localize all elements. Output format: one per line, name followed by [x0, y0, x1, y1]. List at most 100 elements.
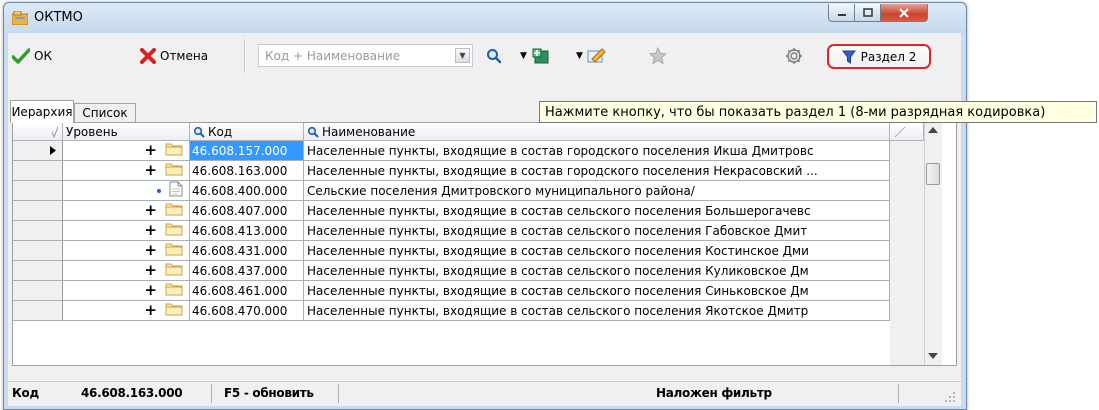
- status-bar: Код 46.608.163.000 F5 - обновить Наложен…: [8, 381, 961, 406]
- scrollbar-thumb[interactable]: [926, 163, 940, 185]
- combo-dropdown-button[interactable]: ▼: [455, 48, 470, 63]
- name-cell[interactable]: Населенные пункты, входящие в состав гор…: [304, 141, 890, 161]
- table-row[interactable]: +46.608.470.000 Населенные пункты, входящ…: [13, 301, 890, 321]
- level-cell[interactable]: +: [63, 221, 190, 241]
- folder-icon: [165, 162, 183, 179]
- folder-icon: [165, 242, 183, 259]
- search-icon: [193, 126, 205, 138]
- level-cell[interactable]: +: [63, 261, 190, 281]
- favorites-button[interactable]: [649, 45, 667, 67]
- level-cell[interactable]: [63, 181, 190, 201]
- tab-list[interactable]: Список: [74, 103, 136, 122]
- close-icon: [899, 7, 909, 18]
- search-icon: [487, 49, 502, 64]
- row-indicator[interactable]: [13, 181, 63, 201]
- code-cell[interactable]: 46.608.470.000: [190, 301, 304, 321]
- table-row[interactable]: +46.608.163.000 Населенные пункты, входящ…: [13, 161, 890, 181]
- search-input[interactable]: [259, 45, 461, 66]
- search-button[interactable]: [486, 45, 502, 67]
- vertical-scrollbar[interactable]: [924, 123, 942, 365]
- name-cell[interactable]: Населенные пункты, входящие в состав сел…: [304, 281, 890, 301]
- table-row[interactable]: +46.608.431.000 Населенные пункты, входящ…: [13, 241, 890, 261]
- level-cell[interactable]: +: [63, 301, 190, 321]
- leaf-bullet-icon: [157, 188, 161, 193]
- data-grid[interactable]: Уровень Код Наименование +46.608.157.000…: [12, 122, 957, 366]
- column-header-name[interactable]: Наименование: [304, 123, 890, 141]
- row-indicator[interactable]: [13, 161, 63, 181]
- expand-icon[interactable]: +: [144, 143, 157, 158]
- code-cell[interactable]: 46.608.413.000: [190, 221, 304, 241]
- tab-hierarchy[interactable]: Иерархия: [10, 100, 74, 123]
- settings-button[interactable]: [784, 45, 804, 67]
- scroll-down-icon[interactable]: [928, 353, 938, 359]
- code-cell[interactable]: 46.608.437.000: [190, 261, 304, 281]
- folder-icon: [165, 142, 183, 159]
- column-header-code-label: Код: [208, 124, 233, 139]
- expand-icon[interactable]: +: [144, 223, 157, 238]
- table-row[interactable]: +46.608.437.000 Населенные пункты, входящ…: [13, 261, 890, 281]
- level-cell[interactable]: +: [63, 281, 190, 301]
- resize-grip-icon[interactable]: [943, 390, 957, 404]
- maximize-button[interactable]: [855, 4, 881, 22]
- column-edge-icon: [894, 126, 906, 137]
- razdel-label: Раздел 2: [860, 49, 917, 64]
- expand-icon[interactable]: +: [144, 163, 157, 178]
- column-header-level[interactable]: Уровень: [63, 123, 190, 141]
- name-cell[interactable]: Населенные пункты, входящие в состав сел…: [304, 261, 890, 281]
- folder-icon: [165, 222, 183, 239]
- expand-icon[interactable]: +: [144, 243, 157, 258]
- expand-icon[interactable]: +: [144, 303, 157, 318]
- table-row[interactable]: +46.608.461.000 Населенные пункты, входящ…: [13, 281, 890, 301]
- title-bar[interactable]: ОКТМО: [4, 3, 966, 33]
- expand-icon[interactable]: +: [144, 263, 157, 278]
- search-combobox[interactable]: ▼: [258, 44, 473, 67]
- name-cell[interactable]: Населенные пункты, входящие в состав сел…: [304, 301, 890, 321]
- row-indicator[interactable]: [13, 261, 63, 281]
- table-row[interactable]: +46.608.413.000 Населенные пункты, входящ…: [13, 221, 890, 241]
- minimize-button[interactable]: [828, 4, 855, 22]
- row-indicator[interactable]: [13, 281, 63, 301]
- name-cell[interactable]: Сельские поселения Дмитровского муниципа…: [304, 181, 890, 201]
- status-code-label: Код: [12, 386, 39, 400]
- row-indicator[interactable]: [13, 201, 63, 221]
- close-button[interactable]: [881, 4, 928, 22]
- level-cell[interactable]: +: [63, 141, 190, 161]
- folder-icon: [165, 282, 183, 299]
- scroll-up-icon[interactable]: [928, 127, 938, 133]
- search-icon: [307, 126, 319, 138]
- level-cell[interactable]: +: [63, 201, 190, 221]
- expand-icon[interactable]: +: [144, 203, 157, 218]
- name-cell[interactable]: Населенные пункты, входящие в состав сел…: [304, 201, 890, 221]
- razdel-2-button[interactable]: Раздел 2: [827, 44, 931, 69]
- name-cell[interactable]: Населенные пункты, входящие в состав сел…: [304, 221, 890, 241]
- column-header-indicator[interactable]: [13, 123, 63, 141]
- name-cell[interactable]: Населенные пункты, входящие в состав гор…: [304, 161, 890, 181]
- edit-dropdown[interactable]: ▼: [576, 45, 607, 67]
- level-cell[interactable]: +: [63, 161, 190, 181]
- oktmo-window: ОКТМО ОК Отмена Код + Наименование ▼ ▼ ▼…: [3, 2, 967, 410]
- status-refresh-hint: F5 - обновить: [224, 386, 314, 400]
- code-cell[interactable]: 46.608.400.000: [190, 181, 304, 201]
- row-indicator[interactable]: [13, 241, 63, 261]
- table-row[interactable]: 46.608.400.000 Сельские поселения Дмитров…: [13, 181, 890, 201]
- code-cell[interactable]: 46.608.407.000: [190, 201, 304, 221]
- row-indicator[interactable]: [13, 221, 63, 241]
- edit-icon: [587, 48, 606, 63]
- ok-button[interactable]: ОК: [12, 45, 52, 67]
- window-title: ОКТМО: [34, 10, 83, 25]
- table-row[interactable]: +46.608.407.000 Населенные пункты, входящ…: [13, 201, 890, 221]
- level-cell[interactable]: +: [63, 241, 190, 261]
- column-header-code[interactable]: Код: [190, 123, 304, 141]
- code-cell[interactable]: 46.608.163.000: [190, 161, 304, 181]
- name-cell[interactable]: Населенные пункты, входящие в состав сел…: [304, 241, 890, 261]
- code-cell[interactable]: 46.608.157.000: [190, 141, 304, 161]
- search-options-dropdown[interactable]: ▼: [520, 45, 551, 67]
- expand-icon[interactable]: +: [144, 283, 157, 298]
- row-indicator[interactable]: [13, 301, 63, 321]
- cancel-button[interactable]: Отмена: [140, 45, 208, 67]
- table-row[interactable]: +46.608.157.000 Населенные пункты, входящ…: [13, 141, 890, 161]
- code-cell[interactable]: 46.608.461.000: [190, 281, 304, 301]
- code-cell[interactable]: 46.608.431.000: [190, 241, 304, 261]
- column-header-name-label: Наименование: [322, 124, 416, 139]
- row-indicator[interactable]: [13, 141, 63, 161]
